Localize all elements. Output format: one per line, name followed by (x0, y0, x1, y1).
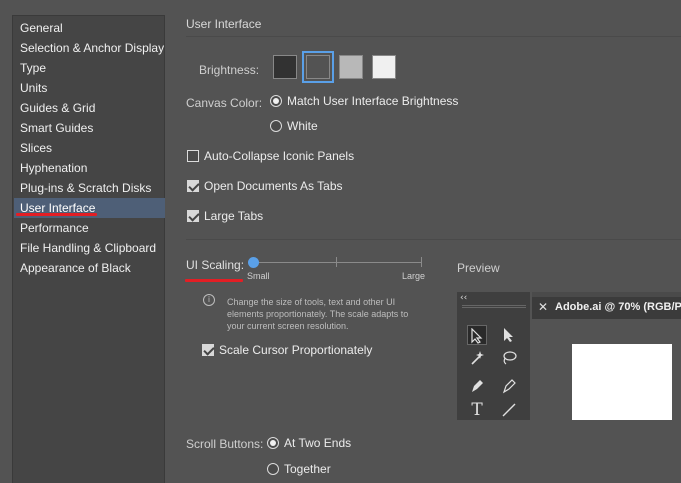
ui-scaling-help-text: Change the size of tools, text and other… (227, 297, 409, 331)
ui-scaling-label: UI Scaling: (186, 258, 245, 272)
preview-document-title: Adobe.ai @ 70% (RGB/P (555, 301, 681, 313)
brightness-swatch-dark[interactable] (273, 55, 297, 79)
open-documents-as-tabs-label[interactable]: Open Documents As Tabs (204, 179, 343, 193)
annotation-underline-user-interface (16, 213, 97, 216)
category-hyphenation[interactable]: Hyphenation (14, 158, 165, 178)
scroll-buttons-together-label[interactable]: Together (284, 462, 331, 476)
canvas-color-match-radio[interactable] (270, 95, 282, 107)
category-performance[interactable]: Performance (14, 218, 165, 238)
scale-cursor-label[interactable]: Scale Cursor Proportionately (219, 343, 372, 357)
category-smart-guides[interactable]: Smart Guides (14, 118, 165, 138)
section-title: User Interface (186, 17, 262, 31)
curvature-tool-icon (499, 376, 519, 396)
scroll-buttons-two-ends-label[interactable]: At Two Ends (284, 436, 351, 450)
type-tool-icon: T (471, 400, 483, 420)
auto-collapse-checkbox[interactable] (187, 150, 199, 162)
category-type[interactable]: Type (14, 58, 165, 78)
preview-artboard (572, 344, 672, 420)
selection-tool-icon (467, 325, 487, 345)
preview-toolbar: ‹‹ T (457, 292, 530, 420)
brightness-swatch-light[interactable] (372, 55, 396, 79)
brightness-label: Brightness: (199, 63, 260, 77)
preview-label: Preview (457, 261, 500, 275)
ui-scaling-slider-tick (336, 257, 337, 267)
preview-document: ✕ Adobe.ai @ 70% (RGB/P (532, 292, 681, 420)
scale-cursor-checkbox[interactable] (202, 344, 214, 356)
section-divider (186, 36, 681, 37)
category-slices[interactable]: Slices (14, 138, 165, 158)
info-icon: i (203, 294, 215, 306)
large-tabs-checkbox[interactable] (187, 210, 199, 222)
ui-scaling-slider-track[interactable] (254, 262, 422, 263)
brightness-swatch-medium-light[interactable] (339, 55, 363, 79)
canvas-color-label: Canvas Color: (186, 96, 263, 110)
line-segment-tool-icon (499, 400, 519, 420)
preview-pane: ‹‹ T ✕ Adobe.ai @ 70% (RGB/P (457, 292, 681, 420)
scroll-buttons-together-radio[interactable] (267, 463, 279, 475)
auto-collapse-label[interactable]: Auto-Collapse Iconic Panels (204, 149, 354, 163)
annotation-underline-ui-scaling (185, 279, 243, 282)
ui-scaling-divider (186, 239, 681, 240)
collapse-icon: ‹‹ (460, 293, 468, 303)
category-file-handling-clipboard[interactable]: File Handling & Clipboard (14, 238, 165, 258)
brightness-swatch-medium-dark[interactable] (302, 51, 334, 83)
canvas-color-white-label[interactable]: White (287, 119, 318, 133)
ui-scaling-slider-thumb[interactable] (248, 257, 259, 268)
ui-scaling-max-label: Large (402, 271, 426, 281)
category-units[interactable]: Units (14, 78, 165, 98)
close-icon: ✕ (538, 300, 549, 314)
toolbar-grip (462, 305, 526, 308)
category-general[interactable]: General (14, 18, 165, 38)
direct-selection-tool-icon (499, 325, 519, 345)
canvas-color-white-radio[interactable] (270, 120, 282, 132)
scroll-buttons-two-ends-radio[interactable] (267, 437, 279, 449)
scroll-buttons-label: Scroll Buttons: (186, 437, 264, 451)
preferences-category-list: General Selection & Anchor Display Type … (12, 15, 165, 483)
category-guides-grid[interactable]: Guides & Grid (14, 98, 165, 118)
category-appearance-of-black[interactable]: Appearance of Black (14, 258, 165, 278)
open-documents-as-tabs-checkbox[interactable] (187, 180, 199, 192)
lasso-tool-icon (499, 348, 519, 368)
ui-scaling-min-label: Small (247, 271, 270, 281)
ui-scaling-slider-tick (421, 257, 422, 267)
large-tabs-label[interactable]: Large Tabs (204, 209, 263, 223)
pen-tool-icon (467, 376, 487, 396)
preview-document-tab: ✕ Adobe.ai @ 70% (RGB/P (532, 297, 681, 319)
magic-wand-tool-icon (467, 348, 487, 368)
category-plugins-scratch-disks[interactable]: Plug-ins & Scratch Disks (14, 178, 165, 198)
category-selection-anchor-display[interactable]: Selection & Anchor Display (14, 38, 165, 58)
canvas-color-match-label[interactable]: Match User Interface Brightness (287, 94, 458, 108)
